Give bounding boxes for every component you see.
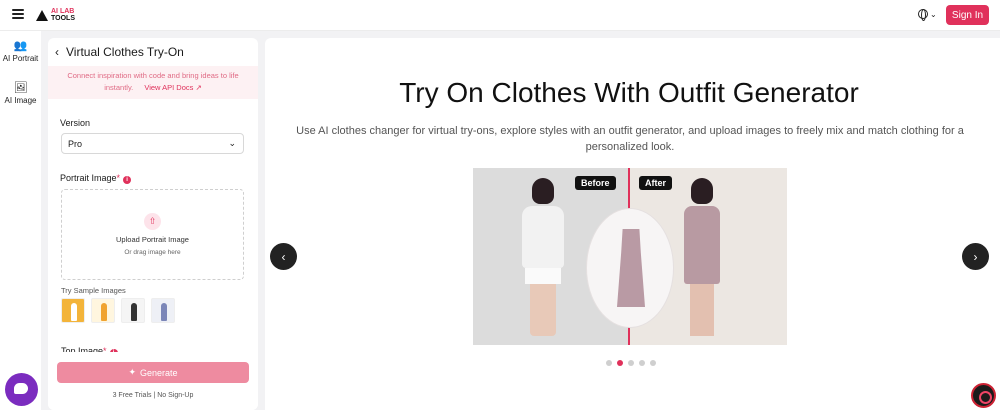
carousel-dot[interactable] — [628, 360, 634, 366]
chevron-down-icon: ⌄ — [228, 138, 236, 148]
external-link-icon: ↗ — [195, 83, 202, 92]
sample-image-thumbnail[interactable] — [151, 298, 175, 323]
carousel-prev-button[interactable]: ‹ — [270, 243, 297, 270]
generate-button[interactable]: ✦ Generate — [57, 362, 249, 383]
before-tag: Before — [575, 176, 616, 190]
rail-item-label: AI Portrait — [2, 54, 39, 63]
panel-title: Virtual Clothes Try-On — [66, 45, 184, 59]
version-label: Version — [60, 118, 91, 128]
hamburger-menu-icon[interactable] — [12, 9, 24, 19]
chevron-left-icon: ‹ — [281, 249, 286, 264]
logo-mark-icon — [36, 9, 48, 21]
model-before-figure — [521, 178, 565, 345]
chevron-right-icon: › — [973, 249, 978, 264]
panel-header: ‹ Virtual Clothes Try-On — [55, 45, 184, 59]
carousel-dot[interactable] — [606, 360, 612, 366]
carousel-dot[interactable] — [650, 360, 656, 366]
magic-wand-icon: ✦ — [128, 367, 136, 377]
info-icon[interactable]: i — [123, 176, 132, 184]
rail-item-label: AI Image — [4, 96, 37, 105]
rail-item-ai-portrait[interactable]: 👥 AI Portrait — [0, 39, 41, 63]
back-arrow-icon[interactable]: ‹ — [55, 45, 59, 59]
portrait-image-label: Portrait Image* i — [60, 173, 132, 184]
globe-icon — [918, 9, 928, 21]
chevron-down-icon: ⌄ — [930, 9, 937, 19]
hero-description: Use AI clothes changer for virtual try-o… — [296, 125, 964, 153]
sample-image-thumbnail[interactable] — [121, 298, 145, 323]
required-asterisk: * — [116, 173, 121, 183]
free-trials-text: 3 Free Trials | No Sign-Up — [112, 392, 194, 399]
left-rail: 👥 AI Portrait 🖼 AI Image — [0, 31, 41, 410]
image-icon: 🖼 — [13, 82, 28, 94]
sample-image-thumbnail[interactable] — [61, 298, 85, 323]
sign-in-button[interactable]: Sign In — [946, 5, 989, 25]
logo-text-line1: AI LAB — [51, 8, 75, 15]
tool-panel: ‹ Virtual Clothes Try-On Connect inspira… — [48, 38, 258, 410]
generate-button-label: Generate — [140, 367, 178, 378]
api-banner-text-cont: instantly. — [104, 83, 134, 92]
carousel-dot[interactable] — [617, 360, 623, 366]
language-selector[interactable]: ⌄ — [918, 9, 937, 21]
api-banner: Connect inspiration with code and bring … — [48, 66, 258, 99]
logo[interactable]: AI LAB TOOLS — [36, 8, 75, 22]
panel-footer: ✦ Generate 3 Free Trials | No Sign-Up — [48, 352, 258, 410]
rail-item-ai-image[interactable]: 🖼 AI Image — [0, 81, 41, 105]
garment-preview — [586, 208, 674, 328]
portrait-upload-dropzone[interactable]: ⇧ Upload Portrait Image Or drag image he… — [61, 189, 244, 280]
chat-bubble-icon[interactable] — [5, 373, 38, 406]
carousel-slide-image: Before After — [473, 168, 787, 345]
sample-image-thumbnail[interactable] — [91, 298, 115, 323]
api-docs-link[interactable]: View API Docs ↗ — [144, 83, 201, 92]
model-after-figure — [680, 178, 724, 345]
hero-title: Try On Clothes With Outfit Generator — [399, 77, 859, 108]
dress-image — [617, 229, 645, 307]
top-bar: AI LAB TOOLS ⌄ Sign In — [0, 0, 1000, 31]
upload-subtitle: Or drag image here — [124, 249, 181, 256]
api-banner-text: Connect inspiration with code and bring … — [67, 71, 239, 80]
main-content: Try On Clothes With Outfit Generator Use… — [265, 38, 1000, 410]
sample-images — [61, 298, 175, 323]
portrait-image-label-text: Portrait Image — [60, 173, 117, 183]
carousel-dot[interactable] — [639, 360, 645, 366]
sample-images-label: Try Sample Images — [61, 286, 126, 295]
upload-icon: ⇧ — [144, 213, 161, 230]
carousel-next-button[interactable]: › — [962, 243, 989, 270]
logo-text-line2: TOOLS — [51, 15, 75, 22]
api-docs-link-label: View API Docs — [144, 83, 194, 92]
users-icon: 👥 — [13, 40, 28, 52]
carousel-pagination — [606, 360, 656, 366]
upload-title: Upload Portrait Image — [116, 235, 189, 244]
version-select-value: Pro — [68, 139, 83, 149]
version-select[interactable]: Pro ⌄ — [61, 133, 244, 154]
after-tag: After — [639, 176, 673, 190]
assistant-widget-icon[interactable] — [971, 383, 996, 408]
